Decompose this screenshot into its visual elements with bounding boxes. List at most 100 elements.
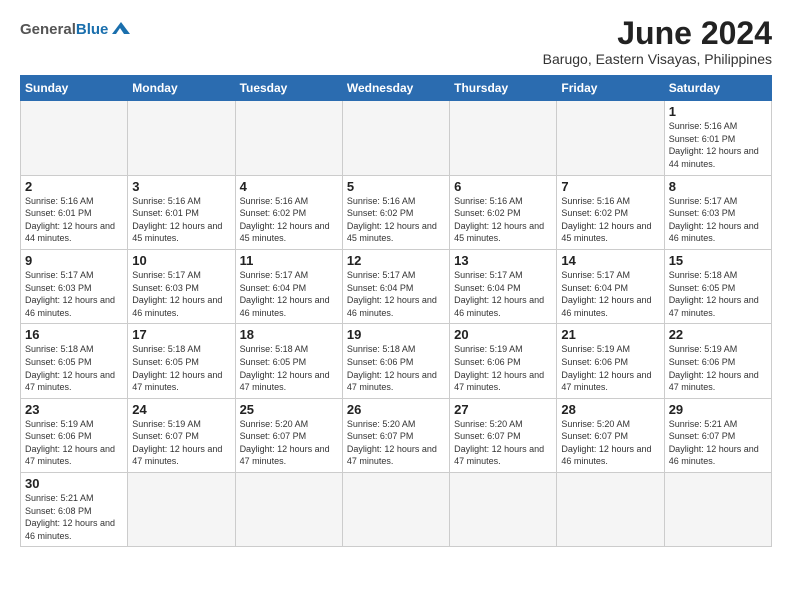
day-info: Sunrise: 5:21 AMSunset: 6:07 PMDaylight:… bbox=[669, 418, 767, 468]
calendar-cell: 9Sunrise: 5:17 AMSunset: 6:03 PMDaylight… bbox=[21, 249, 128, 323]
day-number: 26 bbox=[347, 402, 445, 417]
calendar-cell bbox=[557, 101, 664, 175]
weekday-header-sunday: Sunday bbox=[21, 76, 128, 101]
calendar-cell bbox=[450, 101, 557, 175]
day-info: Sunrise: 5:17 AMSunset: 6:03 PMDaylight:… bbox=[669, 195, 767, 245]
calendar-cell: 11Sunrise: 5:17 AMSunset: 6:04 PMDayligh… bbox=[235, 249, 342, 323]
day-number: 25 bbox=[240, 402, 338, 417]
calendar-cell: 4Sunrise: 5:16 AMSunset: 6:02 PMDaylight… bbox=[235, 175, 342, 249]
calendar-cell: 20Sunrise: 5:19 AMSunset: 6:06 PMDayligh… bbox=[450, 324, 557, 398]
calendar-cell bbox=[235, 101, 342, 175]
calendar-cell: 1Sunrise: 5:16 AMSunset: 6:01 PMDaylight… bbox=[664, 101, 771, 175]
day-info: Sunrise: 5:16 AMSunset: 6:02 PMDaylight:… bbox=[347, 195, 445, 245]
day-info: Sunrise: 5:18 AMSunset: 6:05 PMDaylight:… bbox=[132, 343, 230, 393]
day-info: Sunrise: 5:16 AMSunset: 6:01 PMDaylight:… bbox=[25, 195, 123, 245]
day-info: Sunrise: 5:18 AMSunset: 6:05 PMDaylight:… bbox=[669, 269, 767, 319]
calendar-cell bbox=[128, 101, 235, 175]
page-header: GeneralBlue June 2024 Barugo, Eastern Vi… bbox=[20, 16, 772, 67]
weekday-header-monday: Monday bbox=[128, 76, 235, 101]
day-info: Sunrise: 5:19 AMSunset: 6:06 PMDaylight:… bbox=[561, 343, 659, 393]
day-number: 13 bbox=[454, 253, 552, 268]
day-number: 18 bbox=[240, 327, 338, 342]
calendar-cell: 26Sunrise: 5:20 AMSunset: 6:07 PMDayligh… bbox=[342, 398, 449, 472]
logo-area: GeneralBlue bbox=[20, 16, 132, 38]
day-number: 23 bbox=[25, 402, 123, 417]
day-info: Sunrise: 5:19 AMSunset: 6:06 PMDaylight:… bbox=[669, 343, 767, 393]
title-area: June 2024 Barugo, Eastern Visayas, Phili… bbox=[543, 16, 772, 67]
day-number: 10 bbox=[132, 253, 230, 268]
calendar-cell bbox=[21, 101, 128, 175]
day-info: Sunrise: 5:17 AMSunset: 6:03 PMDaylight:… bbox=[132, 269, 230, 319]
day-number: 30 bbox=[25, 476, 123, 491]
weekday-header-tuesday: Tuesday bbox=[235, 76, 342, 101]
day-number: 19 bbox=[347, 327, 445, 342]
calendar-cell: 7Sunrise: 5:16 AMSunset: 6:02 PMDaylight… bbox=[557, 175, 664, 249]
calendar-week-row: 9Sunrise: 5:17 AMSunset: 6:03 PMDaylight… bbox=[21, 249, 772, 323]
day-info: Sunrise: 5:16 AMSunset: 6:02 PMDaylight:… bbox=[561, 195, 659, 245]
day-number: 27 bbox=[454, 402, 552, 417]
weekday-header-friday: Friday bbox=[557, 76, 664, 101]
day-info: Sunrise: 5:17 AMSunset: 6:04 PMDaylight:… bbox=[561, 269, 659, 319]
calendar-cell: 14Sunrise: 5:17 AMSunset: 6:04 PMDayligh… bbox=[557, 249, 664, 323]
day-info: Sunrise: 5:16 AMSunset: 6:01 PMDaylight:… bbox=[132, 195, 230, 245]
day-info: Sunrise: 5:16 AMSunset: 6:02 PMDaylight:… bbox=[454, 195, 552, 245]
day-number: 20 bbox=[454, 327, 552, 342]
calendar-cell: 21Sunrise: 5:19 AMSunset: 6:06 PMDayligh… bbox=[557, 324, 664, 398]
day-number: 4 bbox=[240, 179, 338, 194]
calendar-cell bbox=[235, 473, 342, 547]
day-number: 21 bbox=[561, 327, 659, 342]
day-info: Sunrise: 5:21 AMSunset: 6:08 PMDaylight:… bbox=[25, 492, 123, 542]
day-info: Sunrise: 5:17 AMSunset: 6:04 PMDaylight:… bbox=[454, 269, 552, 319]
day-info: Sunrise: 5:18 AMSunset: 6:05 PMDaylight:… bbox=[240, 343, 338, 393]
day-number: 5 bbox=[347, 179, 445, 194]
day-number: 16 bbox=[25, 327, 123, 342]
weekday-header-wednesday: Wednesday bbox=[342, 76, 449, 101]
calendar-week-row: 16Sunrise: 5:18 AMSunset: 6:05 PMDayligh… bbox=[21, 324, 772, 398]
day-number: 15 bbox=[669, 253, 767, 268]
day-info: Sunrise: 5:17 AMSunset: 6:03 PMDaylight:… bbox=[25, 269, 123, 319]
day-info: Sunrise: 5:20 AMSunset: 6:07 PMDaylight:… bbox=[454, 418, 552, 468]
day-info: Sunrise: 5:19 AMSunset: 6:06 PMDaylight:… bbox=[25, 418, 123, 468]
calendar-cell: 5Sunrise: 5:16 AMSunset: 6:02 PMDaylight… bbox=[342, 175, 449, 249]
logo-icon bbox=[110, 20, 132, 38]
day-number: 9 bbox=[25, 253, 123, 268]
calendar-cell: 27Sunrise: 5:20 AMSunset: 6:07 PMDayligh… bbox=[450, 398, 557, 472]
day-number: 29 bbox=[669, 402, 767, 417]
day-number: 28 bbox=[561, 402, 659, 417]
weekday-header-saturday: Saturday bbox=[664, 76, 771, 101]
day-info: Sunrise: 5:20 AMSunset: 6:07 PMDaylight:… bbox=[561, 418, 659, 468]
calendar-cell bbox=[342, 473, 449, 547]
calendar-cell bbox=[664, 473, 771, 547]
calendar-cell: 3Sunrise: 5:16 AMSunset: 6:01 PMDaylight… bbox=[128, 175, 235, 249]
weekday-header-row: SundayMondayTuesdayWednesdayThursdayFrid… bbox=[21, 76, 772, 101]
calendar-cell: 19Sunrise: 5:18 AMSunset: 6:06 PMDayligh… bbox=[342, 324, 449, 398]
calendar-cell: 13Sunrise: 5:17 AMSunset: 6:04 PMDayligh… bbox=[450, 249, 557, 323]
calendar-week-row: 1Sunrise: 5:16 AMSunset: 6:01 PMDaylight… bbox=[21, 101, 772, 175]
day-number: 8 bbox=[669, 179, 767, 194]
calendar-cell: 28Sunrise: 5:20 AMSunset: 6:07 PMDayligh… bbox=[557, 398, 664, 472]
day-number: 1 bbox=[669, 104, 767, 119]
day-info: Sunrise: 5:16 AMSunset: 6:02 PMDaylight:… bbox=[240, 195, 338, 245]
day-number: 3 bbox=[132, 179, 230, 194]
day-number: 24 bbox=[132, 402, 230, 417]
calendar-cell: 23Sunrise: 5:19 AMSunset: 6:06 PMDayligh… bbox=[21, 398, 128, 472]
day-info: Sunrise: 5:17 AMSunset: 6:04 PMDaylight:… bbox=[240, 269, 338, 319]
day-number: 12 bbox=[347, 253, 445, 268]
month-title: June 2024 bbox=[543, 16, 772, 51]
day-number: 6 bbox=[454, 179, 552, 194]
calendar-cell: 15Sunrise: 5:18 AMSunset: 6:05 PMDayligh… bbox=[664, 249, 771, 323]
calendar-cell: 6Sunrise: 5:16 AMSunset: 6:02 PMDaylight… bbox=[450, 175, 557, 249]
weekday-header-thursday: Thursday bbox=[450, 76, 557, 101]
calendar-cell: 25Sunrise: 5:20 AMSunset: 6:07 PMDayligh… bbox=[235, 398, 342, 472]
calendar-week-row: 2Sunrise: 5:16 AMSunset: 6:01 PMDaylight… bbox=[21, 175, 772, 249]
calendar-cell: 12Sunrise: 5:17 AMSunset: 6:04 PMDayligh… bbox=[342, 249, 449, 323]
day-number: 2 bbox=[25, 179, 123, 194]
day-info: Sunrise: 5:18 AMSunset: 6:05 PMDaylight:… bbox=[25, 343, 123, 393]
calendar-cell: 2Sunrise: 5:16 AMSunset: 6:01 PMDaylight… bbox=[21, 175, 128, 249]
calendar-cell bbox=[342, 101, 449, 175]
calendar-week-row: 30Sunrise: 5:21 AMSunset: 6:08 PMDayligh… bbox=[21, 473, 772, 547]
day-number: 17 bbox=[132, 327, 230, 342]
day-number: 11 bbox=[240, 253, 338, 268]
calendar-cell: 30Sunrise: 5:21 AMSunset: 6:08 PMDayligh… bbox=[21, 473, 128, 547]
calendar-cell: 10Sunrise: 5:17 AMSunset: 6:03 PMDayligh… bbox=[128, 249, 235, 323]
